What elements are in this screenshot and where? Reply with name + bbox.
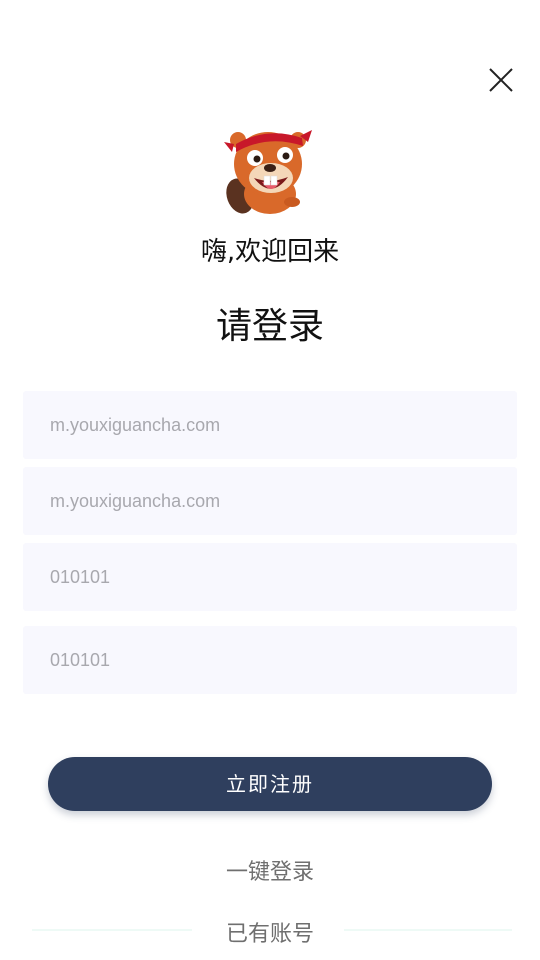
divider-right [344, 929, 512, 931]
register-button[interactable]: 立即注册 [48, 757, 492, 811]
beaver-mascot-icon [222, 122, 314, 218]
quick-login-link[interactable]: 一键登录 [0, 855, 540, 891]
close-button[interactable] [484, 63, 518, 97]
close-icon [489, 68, 513, 92]
field-3-input[interactable] [23, 543, 517, 611]
divider-left [32, 929, 192, 931]
have-account-link[interactable]: 已有账号 [226, 922, 314, 947]
field-2-input[interactable] [23, 467, 517, 535]
field-3 [23, 543, 517, 611]
field-1 [23, 391, 517, 459]
field-4-input[interactable] [23, 626, 517, 694]
greeting-text: 嗨,欢迎回来 [200, 237, 340, 267]
have-account-row: 已有账号 [0, 917, 540, 953]
page-title: 请登录 [215, 306, 324, 347]
field-2 [23, 467, 517, 535]
field-4 [23, 626, 517, 694]
field-1-input[interactable] [23, 391, 517, 459]
